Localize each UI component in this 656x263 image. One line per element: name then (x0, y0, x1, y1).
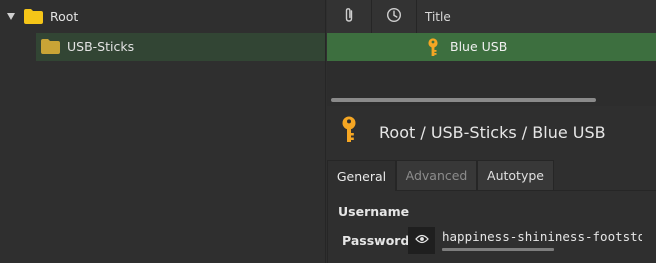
horizontal-scrollbar[interactable] (331, 97, 653, 103)
tree-item-label: USB-Sticks (67, 39, 135, 54)
column-title-label: Title (425, 9, 451, 24)
groups-tree: Root USB-Sticks (0, 0, 325, 263)
scrollbar-thumb[interactable] (331, 98, 596, 102)
entry-details-header: Root / USB-Sticks / Blue USB (327, 106, 656, 158)
expand-arrow-icon[interactable] (7, 13, 15, 20)
folder-icon (41, 39, 60, 58)
column-attachments[interactable] (327, 0, 372, 33)
column-modified[interactable] (372, 0, 417, 33)
password-strength-bar (442, 248, 554, 251)
table-row[interactable]: Blue USB (327, 33, 656, 61)
password-field[interactable]: happiness-shininess-footstool (442, 229, 642, 244)
key-icon (341, 116, 357, 148)
entry-table: Title Blue USB (327, 0, 656, 106)
username-label: Username (338, 204, 410, 219)
details-tabs: General Advanced Autotype (327, 160, 656, 191)
tree-item-root[interactable]: Root (0, 3, 325, 31)
tab-autotype[interactable]: Autotype (477, 160, 554, 191)
pane-splitter[interactable] (325, 0, 326, 263)
table-header: Title (327, 0, 656, 34)
reveal-password-button[interactable] (408, 227, 435, 254)
tab-advanced[interactable]: Advanced (396, 160, 477, 191)
folder-icon (24, 9, 43, 28)
tab-general[interactable]: General (327, 160, 396, 191)
tree-item-label: Root (50, 9, 79, 24)
password-label: Password (342, 233, 410, 248)
column-title[interactable]: Title (417, 0, 656, 33)
paperclip-icon (343, 7, 355, 27)
entry-title: Blue USB (450, 39, 508, 54)
general-tab-panel: Username Password happiness-shininess-fo… (327, 191, 656, 263)
key-icon (427, 38, 439, 61)
clock-icon (386, 7, 402, 27)
eye-icon (414, 233, 429, 248)
tree-item-usb-sticks[interactable]: USB-Sticks (36, 33, 325, 61)
entry-path: Root / USB-Sticks / Blue USB (379, 123, 606, 142)
